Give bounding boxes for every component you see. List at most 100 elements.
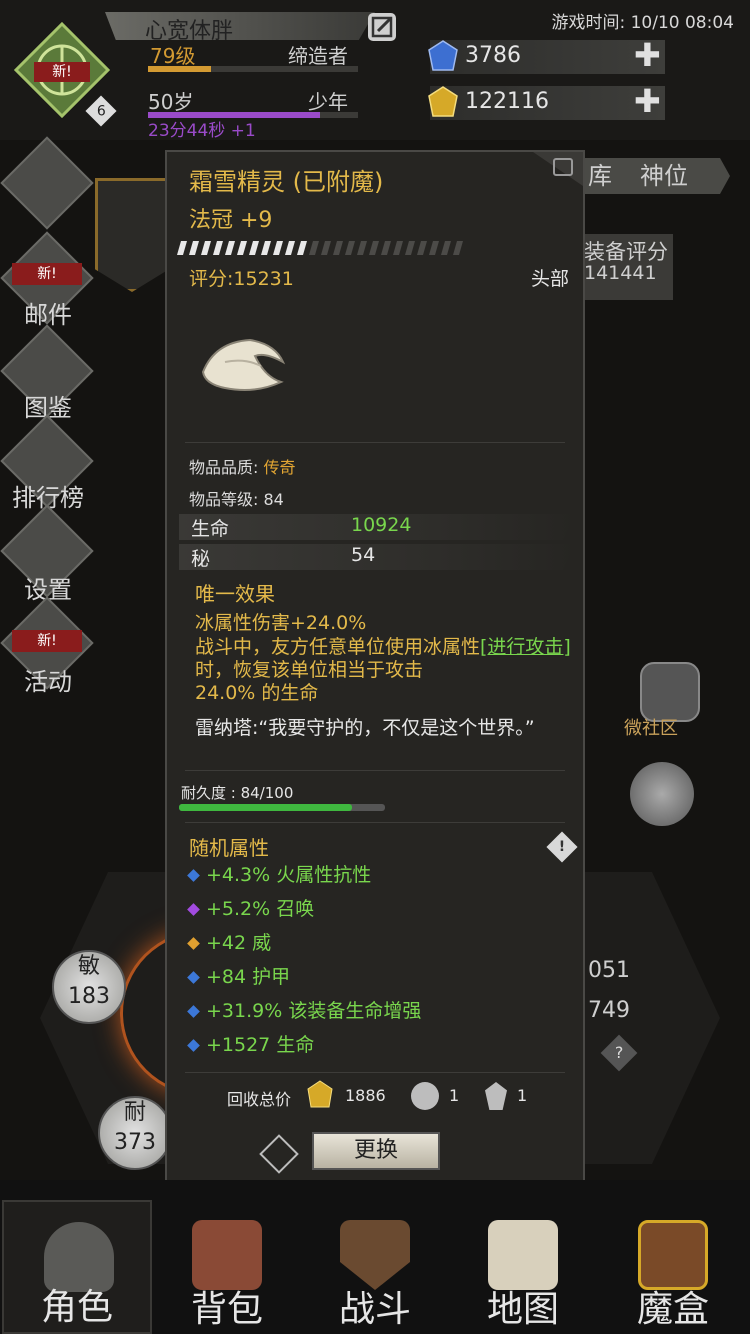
material-icon	[411, 1082, 439, 1110]
enhance-stripe	[417, 241, 427, 255]
enhance-stripe	[405, 241, 415, 255]
exp-bar	[148, 66, 358, 72]
enhance-stripe	[177, 241, 187, 255]
sun-emblem-icon[interactable]	[630, 762, 694, 826]
enhance-stripe	[237, 241, 247, 255]
stat-row-mystic	[179, 544, 575, 570]
divider	[185, 1072, 565, 1073]
random-attr-text: +31.9% 该装备生命增强	[206, 1000, 422, 1022]
gold-count: 122116	[465, 89, 549, 114]
top-header: 新! 6 心宽体胖 游戏时间: 10/10 08:04 79级 缔造者 50岁 …	[0, 0, 750, 141]
enhance-stripe	[357, 241, 367, 255]
random-attr-text: +1527 生命	[206, 1034, 315, 1056]
enhance-stripe	[297, 241, 307, 255]
random-attr-item: +1527 生命	[187, 1030, 315, 1057]
player-level: 79级	[150, 44, 196, 68]
life-stage: 少年	[308, 90, 348, 114]
stat-endurance: 耐 373	[98, 1096, 172, 1170]
enhance-stripe	[453, 241, 463, 255]
enhance-stripe	[393, 241, 403, 255]
attack-link[interactable]: [进行攻击]	[480, 636, 571, 658]
divider	[185, 442, 565, 443]
item-level: 物品等级: 84	[189, 490, 284, 509]
tab-label: 地图	[486, 1289, 559, 1330]
enhance-stripe	[321, 241, 331, 255]
gem-bullet-icon	[187, 1039, 200, 1052]
tab-label: 背包	[190, 1289, 263, 1330]
unique-effect-line3: 24.0% 的生命	[195, 682, 319, 704]
enhance-stripe	[201, 241, 211, 255]
stat-name-life: 生命	[191, 518, 230, 540]
tab-magic-box[interactable]: 魔盒	[598, 1200, 748, 1334]
enhance-stripe	[309, 241, 319, 255]
enhance-bar	[177, 241, 463, 255]
info-icon[interactable]: !	[546, 831, 578, 863]
lock-icon[interactable]	[553, 158, 573, 176]
crystal-icon	[485, 1082, 507, 1110]
enhance-stripe	[429, 241, 439, 255]
item-slot: 头部	[530, 268, 569, 290]
gem-bullet-icon	[187, 869, 200, 882]
enhance-stripe	[225, 241, 235, 255]
share-icon[interactable]	[259, 1134, 299, 1174]
edit-icon[interactable]	[368, 13, 396, 41]
durability-bar	[179, 804, 385, 811]
enhance-stripe	[441, 241, 451, 255]
enhance-stripe	[213, 241, 223, 255]
stat-label: 耐	[123, 1100, 146, 1125]
gem-bullet-icon	[187, 903, 200, 916]
tab-map[interactable]: 地图	[448, 1200, 598, 1334]
enhance-stripe	[381, 241, 391, 255]
player-emblem[interactable]: 新! 6	[13, 21, 117, 127]
add-gold-button[interactable]: ✚	[634, 82, 661, 120]
game-time: 游戏时间: 10/10 08:04	[551, 13, 734, 33]
stat-label: 敏	[77, 954, 100, 979]
durability-label: 耐久度 : 84/100	[181, 784, 294, 802]
nav-events[interactable]: 活动	[8, 662, 88, 697]
enhance-stripe	[333, 241, 343, 255]
enhance-stripe	[369, 241, 379, 255]
tab-label: 角色	[40, 1287, 113, 1328]
player-job: 缔造者	[288, 44, 348, 68]
gem-bullet-icon	[187, 1005, 200, 1018]
attr-value-a: 051	[588, 958, 630, 983]
enhance-stripe	[285, 241, 295, 255]
unique-effect-text: 战斗中，友方任意单位使用冰属性	[195, 636, 481, 658]
unique-effect-line1: 冰属性伤害+24.0%	[195, 612, 367, 634]
tab-backpack[interactable]: 背包	[152, 1200, 302, 1334]
tab-label: 战斗	[338, 1289, 411, 1330]
stat-value: 183	[68, 984, 110, 1009]
banner-flag	[95, 178, 169, 292]
wizard-hat-icon	[195, 322, 295, 402]
tab-label: 魔盒	[636, 1289, 709, 1330]
unique-effect-body: 战斗中，友方任意单位使用冰属性[进行攻击] 时，恢复该单位相当于攻击	[195, 636, 575, 682]
durability-fill	[179, 804, 353, 811]
recycle-label: 回收总价	[227, 1090, 292, 1109]
random-attr-text: +42 威	[206, 932, 272, 954]
tab-divine[interactable]: 神位	[630, 158, 730, 194]
stat-name-mystic: 秘	[191, 548, 211, 570]
collapse-button[interactable]	[0, 136, 94, 230]
new-badge: 新!	[34, 62, 90, 82]
enhance-stripe	[249, 241, 259, 255]
recycle-material-2: 1	[517, 1086, 528, 1105]
item-type: 法冠 +9	[189, 208, 273, 233]
quality-label: 物品品质:	[189, 458, 264, 477]
stat-value: 373	[114, 1130, 156, 1155]
quality-value: 传奇	[263, 458, 296, 477]
gold-icon	[428, 86, 458, 120]
item-tooltip: 霜雪精灵 (已附魔) 法冠 +9 评分:15231 头部 物品品质: 传奇 物品…	[165, 150, 585, 1183]
item-score: 评分:15231	[189, 268, 294, 290]
tab-battle[interactable]: 战斗	[300, 1200, 450, 1334]
tab-character[interactable]: 角色	[2, 1200, 152, 1334]
helmet-icon[interactable]	[640, 662, 700, 722]
recycle-material-1: 1	[449, 1086, 460, 1105]
random-attr-item: +84 护甲	[187, 962, 290, 989]
add-gem-button[interactable]: ✚	[634, 36, 661, 74]
chevron-down-icon	[0, 136, 94, 230]
community-label[interactable]: 微社区	[624, 714, 678, 740]
swap-button[interactable]: 更换	[312, 1132, 440, 1170]
enhance-stripe	[345, 241, 355, 255]
gem-bullet-icon	[187, 937, 200, 950]
random-attr-item: +4.3% 火属性抗性	[187, 860, 371, 887]
